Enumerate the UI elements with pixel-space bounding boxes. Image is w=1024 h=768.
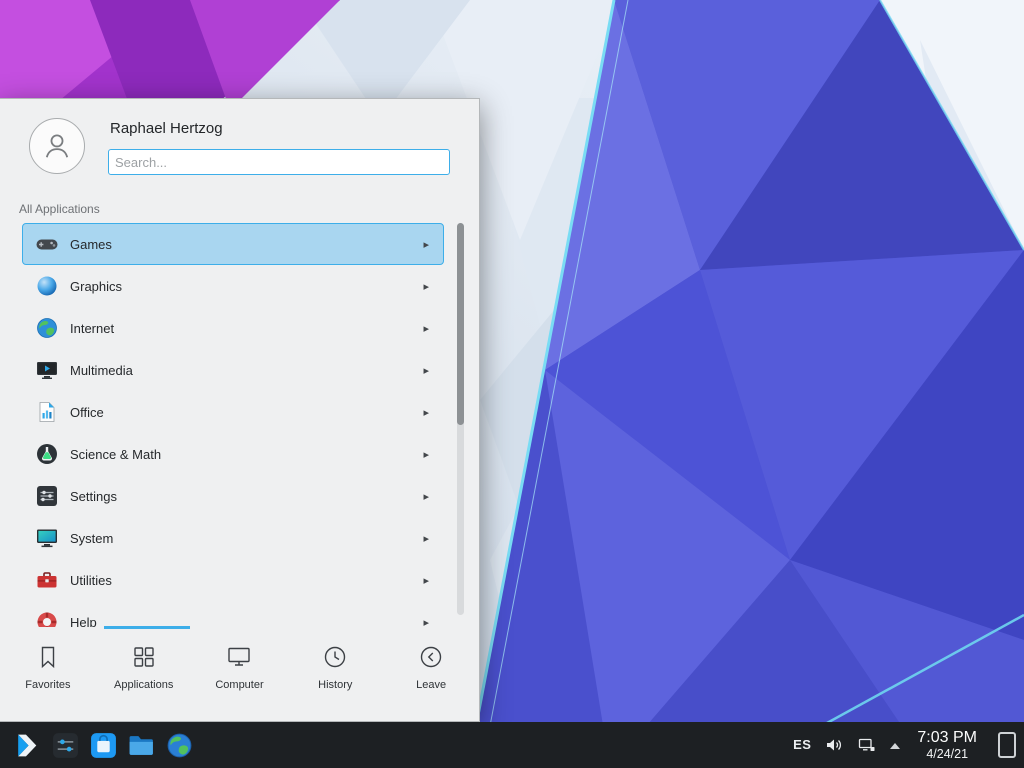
- clock-time: 7:03 PM: [917, 729, 977, 747]
- category-label: Office: [70, 405, 423, 420]
- tray-expander-icon[interactable]: [890, 743, 900, 749]
- search-input[interactable]: [108, 149, 450, 175]
- tweaks-icon: [51, 731, 80, 760]
- chevron-right-icon: ▸: [423, 322, 429, 335]
- chevron-right-icon: ▸: [423, 574, 429, 587]
- lifebuoy-icon: [35, 610, 59, 627]
- bookmark-icon: [34, 643, 62, 671]
- category-label: Graphics: [70, 279, 423, 294]
- category-label: Utilities: [70, 573, 423, 588]
- chevron-right-icon: ▸: [423, 364, 429, 377]
- category-label: Internet: [70, 321, 423, 336]
- clock-date: 4/24/21: [926, 747, 968, 761]
- scrollbar[interactable]: [457, 223, 464, 615]
- category-label: Games: [70, 237, 423, 252]
- globe-icon: [35, 316, 59, 340]
- category-list: Games ▸ Graphics ▸ Internet ▸: [0, 223, 456, 627]
- kickoff-launcher-icon: [13, 731, 42, 760]
- category-row-system[interactable]: System ▸: [22, 517, 444, 559]
- user-name: Raphael Hertzog: [110, 120, 223, 137]
- keyboard-layout-indicator[interactable]: ES: [793, 737, 811, 752]
- toolbox-icon: [35, 568, 59, 592]
- chevron-right-icon: ▸: [423, 532, 429, 545]
- volume-icon[interactable]: [824, 735, 844, 755]
- show-desktop-button[interactable]: [998, 732, 1016, 758]
- system-tray: ES 7:03 PM 4/24/21: [793, 729, 1016, 762]
- network-icon[interactable]: [857, 735, 877, 755]
- tab-label: History: [318, 679, 352, 691]
- user-icon: [39, 128, 75, 164]
- launcher-header: Raphael Hertzog: [0, 99, 479, 189]
- launcher-tabbar: Favorites Applications Computer History …: [0, 629, 479, 721]
- tab-leave[interactable]: Leave: [383, 629, 479, 721]
- app-grid-icon: [130, 643, 158, 671]
- monitor-icon: [35, 526, 59, 550]
- software-center-button[interactable]: [84, 726, 122, 764]
- tweaks-app-button[interactable]: [46, 726, 84, 764]
- category-row-help[interactable]: Help ▸: [22, 601, 444, 627]
- file-manager-button[interactable]: [122, 726, 160, 764]
- desktop: Raphael Hertzog All Applications Games ▸…: [0, 0, 1024, 768]
- category-row-science-math[interactable]: Science & Math ▸: [22, 433, 444, 475]
- software-center-icon: [89, 731, 118, 760]
- chevron-right-icon: ▸: [423, 238, 429, 251]
- web-browser-button[interactable]: [160, 726, 198, 764]
- media-screen-icon: [35, 358, 59, 382]
- chevron-right-icon: ▸: [423, 448, 429, 461]
- tab-history[interactable]: History: [287, 629, 383, 721]
- flask-icon: [35, 442, 59, 466]
- web-browser-icon: [165, 731, 194, 760]
- app-launcher-button[interactable]: [8, 726, 46, 764]
- category-row-utilities[interactable]: Utilities ▸: [22, 559, 444, 601]
- chevron-right-icon: ▸: [423, 280, 429, 293]
- leave-icon: [417, 643, 445, 671]
- tab-label: Favorites: [25, 679, 70, 691]
- tab-applications[interactable]: Applications: [96, 629, 192, 721]
- tab-label: Leave: [416, 679, 446, 691]
- gamepad-icon: [35, 232, 59, 256]
- digital-clock[interactable]: 7:03 PM 4/24/21: [917, 729, 977, 762]
- document-icon: [35, 400, 59, 424]
- chevron-right-icon: ▸: [423, 616, 429, 628]
- tab-computer[interactable]: Computer: [192, 629, 288, 721]
- category-label: Settings: [70, 489, 423, 504]
- category-label: System: [70, 531, 423, 546]
- chevron-right-icon: ▸: [423, 490, 429, 503]
- category-row-settings[interactable]: Settings ▸: [22, 475, 444, 517]
- category-row-office[interactable]: Office ▸: [22, 391, 444, 433]
- tab-label: Applications: [114, 679, 173, 691]
- sliders-icon: [35, 484, 59, 508]
- taskbar-panel: ES 7:03 PM 4/24/21: [0, 722, 1024, 768]
- category-label: Science & Math: [70, 447, 423, 462]
- section-label: All Applications: [19, 202, 100, 216]
- file-manager-icon: [127, 731, 156, 760]
- category-row-graphics[interactable]: Graphics ▸: [22, 265, 444, 307]
- tab-favorites[interactable]: Favorites: [0, 629, 96, 721]
- computer-icon: [225, 643, 253, 671]
- tab-label: Computer: [215, 679, 263, 691]
- application-launcher-menu: Raphael Hertzog All Applications Games ▸…: [0, 98, 480, 722]
- category-row-internet[interactable]: Internet ▸: [22, 307, 444, 349]
- category-row-multimedia[interactable]: Multimedia ▸: [22, 349, 444, 391]
- category-label: Multimedia: [70, 363, 423, 378]
- chevron-right-icon: ▸: [423, 406, 429, 419]
- user-avatar[interactable]: [29, 118, 85, 174]
- paint-orb-icon: [35, 274, 59, 298]
- category-row-games[interactable]: Games ▸: [22, 223, 444, 265]
- scrollbar-thumb[interactable]: [457, 223, 464, 425]
- history-clock-icon: [321, 643, 349, 671]
